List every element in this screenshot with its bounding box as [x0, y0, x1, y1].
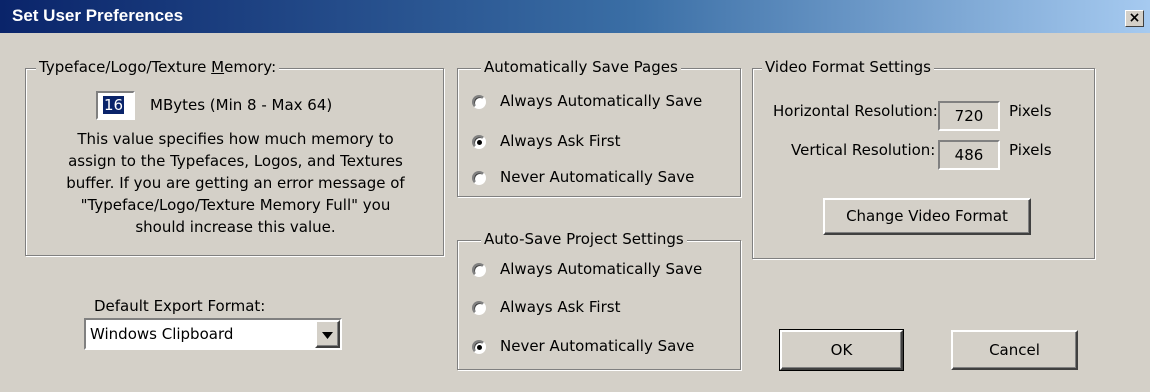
autosave-pages-option-label: Never Automatically Save: [500, 168, 695, 186]
vertical-resolution-value: 486: [938, 140, 1000, 170]
change-video-format-button[interactable]: Change Video Format: [823, 198, 1031, 235]
autosave-project-option-label: Never Automatically Save: [500, 337, 695, 355]
radio-selected-dot: [477, 345, 482, 350]
horizontal-resolution-text: 720: [954, 107, 984, 125]
memory-description-line: assign to the Typefaces, Logos, and Text…: [68, 152, 403, 170]
vertical-resolution-text: 486: [954, 146, 984, 164]
radio-selected-dot: [477, 140, 482, 145]
autosave-project-option-label: Always Automatically Save: [500, 260, 703, 278]
vertical-resolution-unit: Pixels: [1009, 141, 1052, 159]
autosave-project-radio-always-save[interactable]: [472, 263, 486, 277]
export-format-label: Default Export Format:: [94, 297, 266, 315]
cancel-button[interactable]: Cancel: [951, 330, 1078, 370]
autosave-pages-option-label: Always Automatically Save: [500, 92, 703, 110]
ok-button[interactable]: OK: [779, 329, 904, 371]
memory-legend-prefix: Typeface/Logo/Texture: [39, 58, 212, 76]
autosave-pages-option-label: Always Ask First: [500, 132, 621, 150]
chevron-down-icon: [322, 332, 333, 339]
autosave-pages-radio-always-save[interactable]: [472, 95, 486, 109]
vertical-resolution-label: Vertical Resolution:: [791, 141, 936, 159]
memory-legend-accel: M: [211, 58, 225, 76]
memory-description-line: should increase this value.: [135, 218, 336, 236]
preferences-dialog: Set User Preferences × Typeface/Logo/Tex…: [0, 0, 1150, 392]
memory-value-text: 16: [103, 96, 125, 114]
export-format-dropdown-button[interactable]: [315, 320, 340, 348]
autosave-pages-radio-ask-first[interactable]: [472, 135, 486, 149]
autosave-project-radio-never-save[interactable]: [472, 340, 486, 354]
video-format-group: Video Format Settings Horizontal Resolut…: [752, 58, 1095, 259]
autosave-pages-group: Automatically Save Pages Always Automati…: [457, 58, 741, 197]
memory-description-line: "Typeface/Logo/Texture Memory Full" you: [80, 196, 391, 214]
export-format-select[interactable]: Windows Clipboard: [84, 318, 342, 350]
video-format-legend: Video Format Settings: [762, 58, 934, 76]
autosave-pages-legend: Automatically Save Pages: [481, 58, 681, 76]
memory-group-legend: Typeface/Logo/Texture Memory:: [36, 58, 280, 76]
autosave-project-radio-ask-first[interactable]: [472, 301, 486, 315]
export-format-value: Windows Clipboard: [90, 325, 234, 343]
title-bar: Set User Preferences ×: [0, 0, 1150, 33]
memory-description: This value specifies how much memory to …: [28, 128, 443, 238]
horizontal-resolution-unit: Pixels: [1009, 102, 1052, 120]
autosave-project-option-label: Always Ask First: [500, 298, 621, 316]
memory-description-line: buffer. If you are getting an error mess…: [66, 174, 405, 192]
close-button[interactable]: ×: [1125, 10, 1144, 27]
horizontal-resolution-value: 720: [938, 101, 1000, 131]
autosave-project-group: Auto-Save Project Settings Always Automa…: [457, 230, 741, 370]
memory-legend-suffix: emory:: [224, 58, 277, 76]
window-title: Set User Preferences: [12, 6, 184, 25]
horizontal-resolution-label: Horizontal Resolution:: [773, 102, 938, 120]
autosave-pages-radio-never-save[interactable]: [472, 171, 486, 185]
memory-group: Typeface/Logo/Texture Memory: 16 MBytes …: [25, 58, 444, 256]
memory-description-line: This value specifies how much memory to: [77, 130, 394, 148]
memory-range-label: MBytes (Min 8 - Max 64): [150, 96, 333, 114]
autosave-project-legend: Auto-Save Project Settings: [481, 230, 687, 248]
memory-value-input[interactable]: 16: [96, 91, 135, 120]
